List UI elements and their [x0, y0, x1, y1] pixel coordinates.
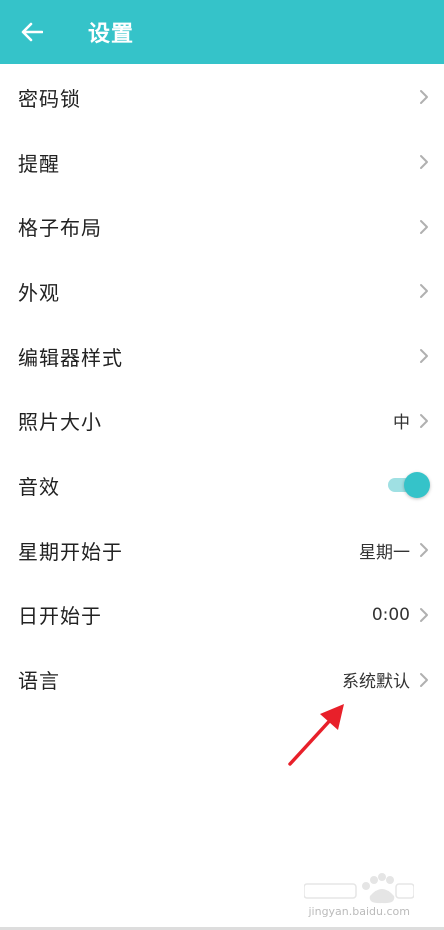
setting-language[interactable]: 语言 系统默认 [0, 647, 444, 712]
setting-label: 照片大小 [18, 410, 102, 435]
chevron-right-icon [418, 606, 430, 624]
setting-label: 格子布局 [18, 216, 102, 241]
chevron-right-icon [418, 541, 430, 559]
setting-grid-layout[interactable]: 格子布局 [0, 194, 444, 259]
chevron-right-icon [418, 671, 430, 689]
setting-value: 系统默认 [342, 672, 410, 693]
setting-appearance[interactable]: 外观 [0, 259, 444, 324]
setting-day-start[interactable]: 日开始于 0:00 [0, 583, 444, 648]
watermark-text: jingyan.baidu.com [308, 905, 410, 918]
setting-value: 0:00 [371, 604, 410, 625]
setting-photo-size[interactable]: 照片大小 中 [0, 388, 444, 453]
setting-label: 提醒 [18, 151, 60, 176]
setting-password-lock[interactable]: 密码锁 [0, 65, 444, 130]
back-button[interactable] [0, 0, 64, 64]
setting-label: 日开始于 [18, 604, 102, 629]
setting-label: 编辑器样式 [18, 345, 123, 370]
chevron-right-icon [418, 153, 430, 171]
setting-label: 语言 [18, 669, 60, 694]
chevron-right-icon [418, 282, 430, 300]
setting-label: 星期开始于 [18, 539, 123, 564]
chevron-right-icon [418, 412, 430, 430]
setting-label: 音效 [18, 474, 60, 499]
setting-sound-effect: 音效 [0, 453, 444, 518]
app-bar: 设置 [0, 0, 444, 64]
red-arrow-annotation [288, 704, 344, 766]
setting-label: 密码锁 [18, 86, 81, 111]
setting-value: 中 [393, 413, 410, 434]
setting-value: 星期一 [359, 542, 410, 563]
toggle-thumb [404, 472, 430, 499]
chevron-right-icon [418, 347, 430, 365]
setting-reminder[interactable]: 提醒 [0, 130, 444, 195]
setting-week-start[interactable]: 星期开始于 星期一 [0, 518, 444, 583]
chevron-right-icon [418, 88, 430, 106]
chevron-right-icon [418, 218, 430, 236]
arrow-left-icon [21, 22, 43, 42]
setting-editor-style[interactable]: 编辑器样式 [0, 324, 444, 389]
sound-effect-toggle[interactable] [388, 472, 430, 499]
page-title: 设置 [88, 22, 135, 47]
setting-label: 外观 [18, 280, 60, 305]
settings-list: 密码锁 提醒 格子布局 外观 编辑器样式 照片大小 中 音效 星期开始于 星期一… [0, 65, 444, 712]
